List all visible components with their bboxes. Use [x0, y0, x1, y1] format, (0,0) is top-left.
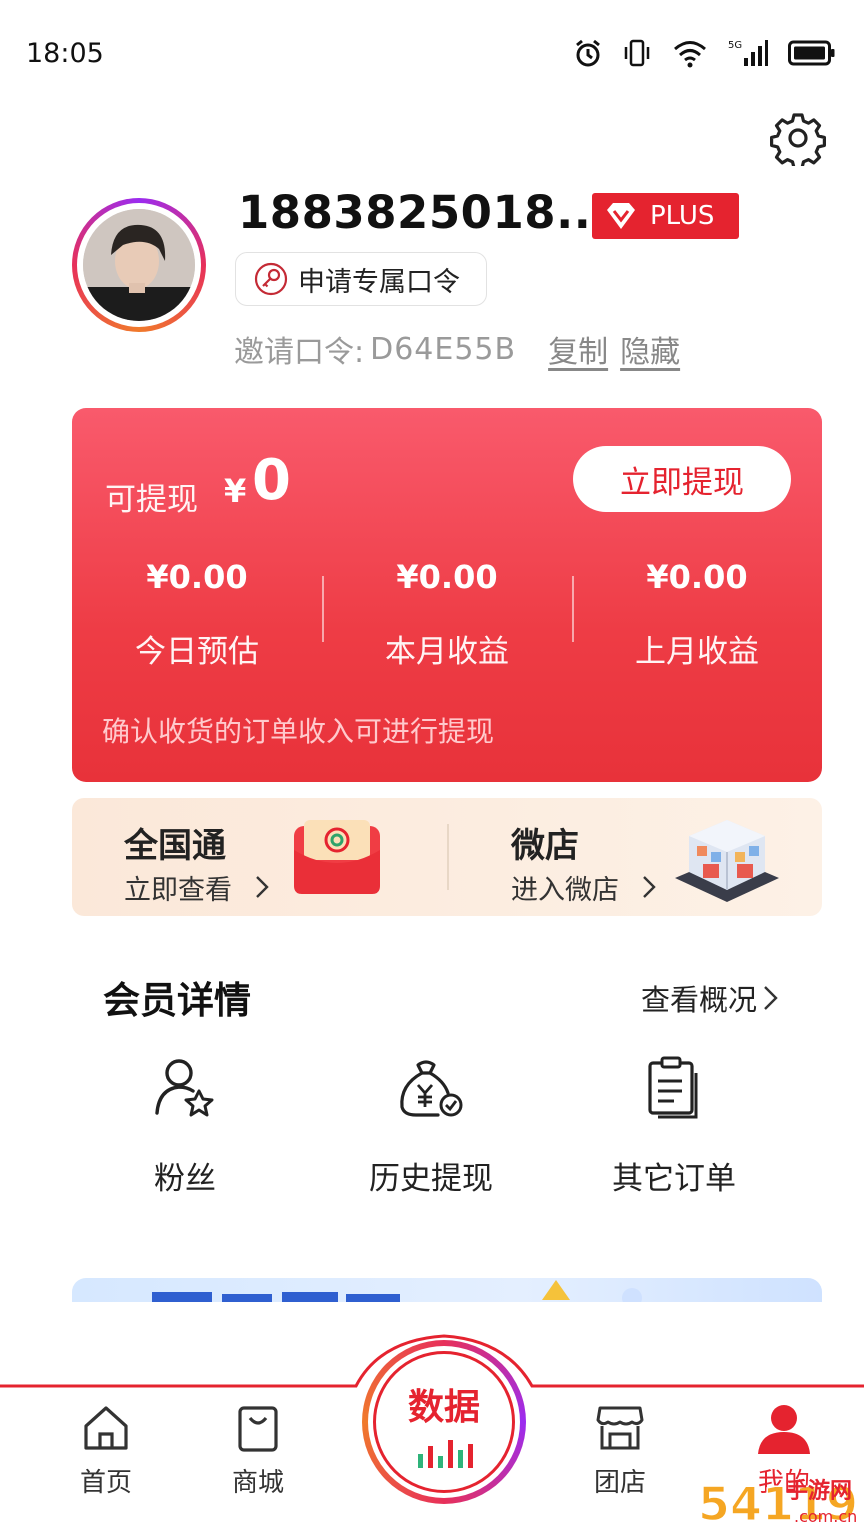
status-time: 18:05	[26, 38, 104, 69]
promo-microstore[interactable]: 微店 进入微店	[447, 798, 822, 916]
member-item-label: 粉丝	[154, 1161, 216, 1197]
wallet-card: 可提现 ¥ 0 立即提现 ¥0.00 今日预估 ¥0.00 本月收益 ¥0.00…	[72, 408, 822, 782]
network-label: 5G	[728, 40, 742, 51]
tab-home[interactable]: 首页	[56, 1402, 156, 1499]
clipboard-icon	[648, 1056, 698, 1119]
key-icon	[254, 262, 288, 296]
tab-label: 团店	[593, 1468, 646, 1498]
stat-this-month[interactable]: ¥0.00 本月收益	[322, 558, 572, 670]
chevron-right-icon	[643, 876, 656, 898]
earnings-stats: ¥0.00 今日预估 ¥0.00 本月收益 ¥0.00 上月收益	[72, 558, 822, 670]
username: 1883825018...	[238, 186, 609, 239]
stat-divider	[322, 576, 324, 642]
user-icon	[758, 1405, 810, 1454]
chevron-right-icon	[256, 876, 269, 898]
promo-subtitle: 进入微店	[511, 875, 619, 906]
apply-token-label: 申请专属口令	[298, 266, 460, 298]
plus-badge[interactable]: PLUS	[592, 193, 739, 239]
promo-banner[interactable]	[72, 1278, 822, 1302]
tab-data[interactable]: 数据	[362, 1340, 526, 1504]
member-item-fans[interactable]: 粉丝	[95, 1055, 275, 1198]
signal-icon: 5G	[728, 38, 768, 72]
red-envelope-icon	[294, 820, 380, 894]
tab-label: 首页	[79, 1468, 132, 1498]
watermark-domain: .com.cn	[794, 1507, 857, 1526]
stat-today[interactable]: ¥0.00 今日预估	[72, 558, 322, 670]
store-icon	[596, 1406, 644, 1450]
withdrawable-amount: 0	[252, 448, 291, 513]
wifi-icon	[672, 38, 708, 72]
member-item-label: 其它订单	[612, 1161, 736, 1197]
plus-badge-label: PLUS	[650, 201, 715, 231]
gear-icon	[770, 113, 826, 170]
tab-label: 商城	[231, 1468, 284, 1498]
chevron-right-icon	[764, 986, 778, 1010]
fans-icon	[155, 1059, 214, 1117]
status-icons: 5G	[574, 38, 836, 72]
stat-value: ¥0.00	[146, 558, 248, 596]
settings-button[interactable]	[770, 110, 826, 170]
stat-value: ¥0.00	[396, 558, 498, 596]
vibrate-icon	[622, 38, 652, 72]
invite-code: D64E55B	[370, 331, 517, 367]
member-section-title: 会员详情	[103, 979, 251, 1022]
view-overview-link[interactable]: 查看概况	[641, 977, 781, 1019]
hide-link[interactable]: 隐藏	[620, 327, 680, 371]
watermark-logo: 54119 手游网 .com.cn	[697, 1470, 859, 1532]
stat-label: 今日预估	[135, 634, 259, 670]
invite-row: 邀请口令: D64E55B 复制 隐藏	[234, 327, 680, 371]
view-overview-label: 查看概况	[641, 983, 758, 1017]
stat-value: ¥0.00	[646, 558, 748, 596]
watermark-text: 手游网	[786, 1478, 852, 1504]
home-icon	[84, 1406, 128, 1450]
member-item-label: 历史提现	[369, 1161, 493, 1197]
withdraw-note: 确认收货的订单收入可进行提现	[102, 715, 495, 748]
shopping-bag-icon	[238, 1406, 278, 1452]
diamond-icon	[607, 203, 635, 229]
store-building-icon	[675, 820, 779, 902]
money-bag-icon	[400, 1060, 463, 1117]
withdraw-button[interactable]: 立即提现	[573, 446, 791, 512]
status-bar: 18:05 5G	[0, 0, 864, 110]
avatar-photo	[83, 209, 195, 321]
member-item-withdraw-history[interactable]: 历史提现	[341, 1055, 521, 1198]
tab-label: 数据	[407, 1387, 480, 1428]
alarm-icon	[574, 38, 602, 72]
promo-title: 全国通	[124, 826, 226, 866]
tab-mall[interactable]: 商城	[208, 1402, 308, 1499]
promo-card: 全国通 立即查看 微店 进入微店	[72, 798, 822, 916]
apply-token-button[interactable]: 申请专属口令	[235, 252, 487, 306]
tab-group-store[interactable]: 团店	[570, 1402, 670, 1499]
avatar[interactable]	[72, 198, 206, 332]
chart-icon	[418, 1440, 473, 1468]
promo-nationwide[interactable]: 全国通 立即查看	[72, 798, 447, 916]
battery-icon	[788, 39, 836, 71]
member-item-other-orders[interactable]: 其它订单	[584, 1055, 764, 1198]
promo-title: 微店	[511, 826, 579, 866]
stat-label: 上月收益	[635, 634, 759, 670]
copy-link[interactable]: 复制	[548, 327, 608, 371]
invite-label: 邀请口令:	[234, 335, 365, 370]
promo-subtitle: 立即查看	[124, 875, 232, 906]
currency-symbol: ¥	[224, 472, 247, 510]
withdrawable-label: 可提现	[105, 482, 198, 518]
stat-divider	[572, 576, 574, 642]
stat-label: 本月收益	[385, 634, 509, 670]
banner-graphic	[152, 1280, 642, 1302]
stat-last-month[interactable]: ¥0.00 上月收益	[572, 558, 822, 670]
